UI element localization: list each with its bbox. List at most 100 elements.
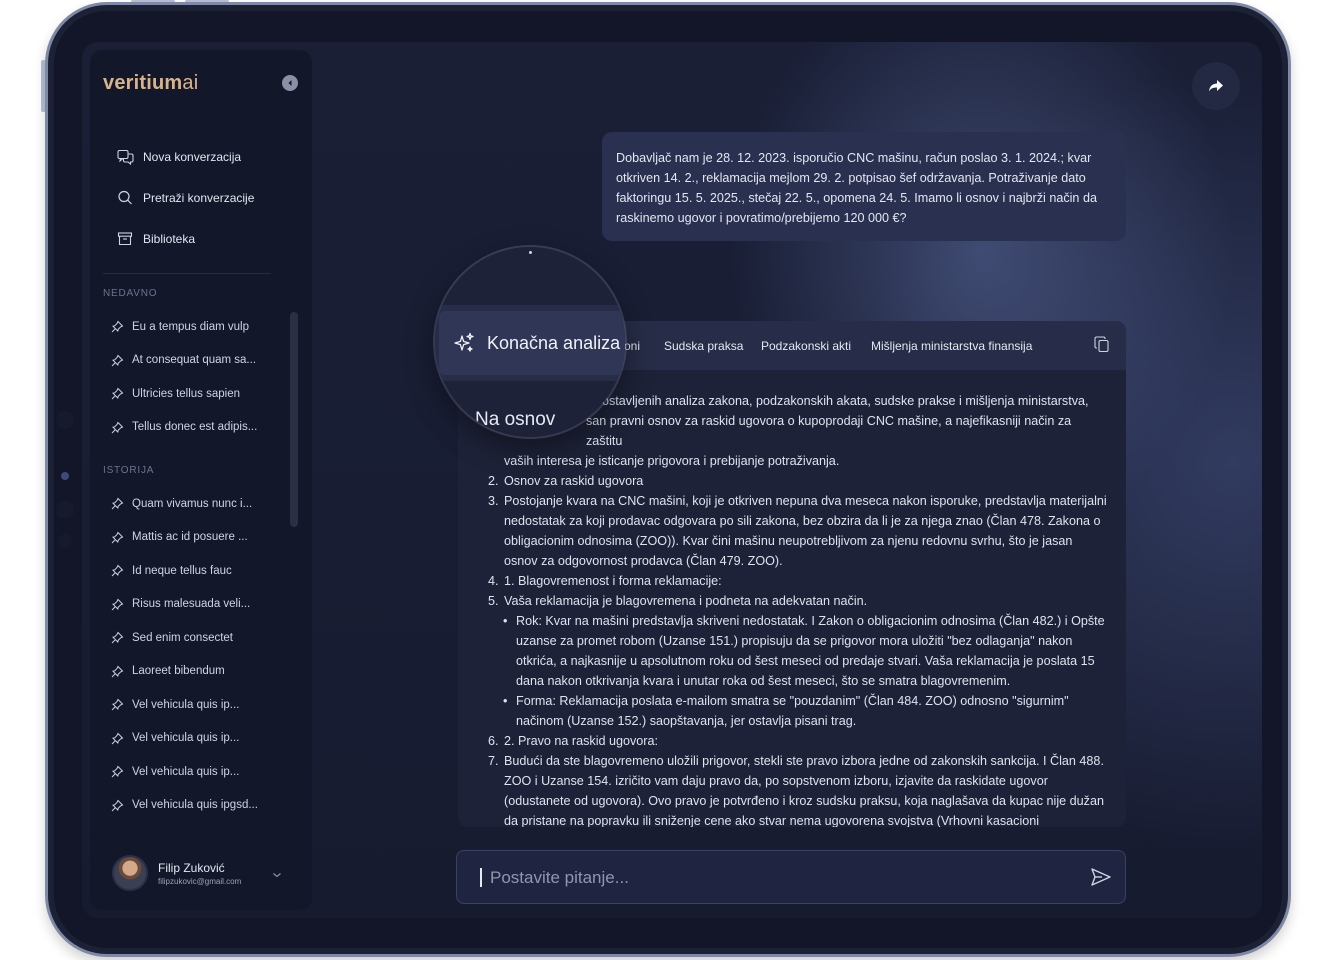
conversation-title: Mattis ac id posuere ... — [132, 531, 248, 544]
send-icon[interactable] — [1090, 867, 1112, 887]
conversation-item[interactable]: At consequat quam sa... — [111, 344, 257, 378]
gavel-icon — [111, 598, 124, 611]
conversation-item[interactable]: Laoreet bibendum — [111, 655, 258, 689]
copy-icon[interactable] — [1094, 336, 1110, 353]
conversation-item[interactable]: Sed enim consectet — [111, 621, 258, 655]
conversation-item[interactable]: Quam vivamus nunc i... — [111, 487, 258, 521]
conversation-item[interactable]: Id neque tellus fauc — [111, 554, 258, 588]
magnifier-lens: Konačna analiza 1. Na osnov — [435, 247, 625, 437]
conversation-item[interactable]: Vel vehicula quis ip... — [111, 688, 258, 722]
list-item: 4. 1. Blagovremenost i forma reklamacije: — [488, 574, 722, 588]
recent-section-label: NEDAVNO — [103, 288, 158, 299]
conversation-title: Vel vehicula quis ipgsd... — [132, 799, 258, 812]
tab-podzakonski-akti[interactable]: Podzakonski akti — [761, 339, 851, 353]
sparkles-icon — [454, 332, 474, 352]
conversation-title: Vel vehicula quis ip... — [132, 765, 240, 778]
history-section-label: ISTORIJA — [103, 465, 155, 476]
conversation-title: Risus malesuada veli... — [132, 598, 251, 611]
conversation-item[interactable]: Vel vehicula quis ip... — [111, 755, 258, 789]
gavel-icon — [111, 387, 124, 400]
tab-konacna-analiza[interactable]: Konačna analiza — [439, 311, 625, 375]
share-arrow-icon — [1209, 80, 1223, 92]
chevron-down-icon[interactable] — [272, 871, 282, 879]
text-caret — [480, 868, 482, 887]
gavel-icon — [111, 421, 124, 434]
nav-label-search: Pretraži konverzacije — [143, 190, 255, 205]
magnifier-number: 1. — [443, 409, 459, 430]
history-list: Quam vivamus nunc i... Mattis ac id posue… — [111, 487, 258, 822]
brand-logo: veritiumai — [103, 72, 198, 95]
answer-line: vaših interesa je isticanje prigovora i … — [504, 454, 840, 468]
share-button[interactable] — [1192, 62, 1240, 110]
collapse-sidebar-button[interactable] — [282, 75, 298, 91]
archive-icon — [117, 231, 133, 245]
conversation-title: Ultricies tellus sapien — [132, 387, 241, 400]
user-name: Filip Zuković — [158, 860, 225, 875]
conversation-item[interactable]: Ultricies tellus sapien — [111, 377, 257, 411]
list-item: 7. Budući da ste blagovremeno uložili pri… — [488, 754, 1104, 827]
list-item: 2. Osnov za raskid ugovora — [488, 474, 644, 488]
library-button[interactable]: Biblioteka — [117, 218, 254, 259]
list-item: 6. 2. Pravo na raskid ugovora: — [488, 734, 659, 748]
list-item: 3. Postojanje kvara na CNC mašini, koji j… — [488, 494, 1107, 568]
brand-name-bold: veritium — [103, 72, 183, 94]
gavel-icon — [111, 531, 124, 544]
avatar — [112, 855, 148, 891]
tab-misljenja-ministarstva[interactable]: Mišljenja ministarstva finansija — [871, 339, 1032, 353]
conversation-title: Quam vivamus nunc i... — [132, 497, 253, 510]
conversation-title: Sed enim consectet — [132, 631, 234, 644]
conversation-title: Laoreet bibendum — [132, 665, 225, 678]
gavel-icon — [111, 698, 124, 711]
gavel-icon — [111, 765, 124, 778]
tab-label-active: Konačna analiza — [487, 332, 621, 353]
conversation-title: Id neque tellus fauc — [132, 564, 232, 577]
gavel-icon — [111, 665, 124, 678]
conversation-title: Vel vehicula quis ip... — [132, 732, 240, 745]
conversation-item[interactable]: Vel vehicula quis ipgsd... — [111, 789, 258, 823]
search-icon — [118, 190, 132, 204]
conversation-title: Tellus donec est adipis... — [132, 421, 258, 434]
recent-list: Eu a tempus diam vulp At consequat quam s… — [111, 310, 257, 444]
brand-name-light: ai — [182, 72, 199, 94]
conversation-item[interactable]: Tellus donec est adipis... — [111, 411, 257, 445]
nav-label-new: Nova konverzacija — [143, 149, 242, 164]
gavel-icon — [111, 799, 124, 812]
conversation-title: Vel vehicula quis ip... — [132, 698, 240, 711]
conversation-title: At consequat quam sa... — [132, 354, 257, 367]
gavel-icon — [111, 497, 124, 510]
user-profile[interactable]: Filip Zuković filipzukovic@gmail.com — [112, 855, 241, 891]
magnifier-dot — [529, 251, 532, 254]
conversation-item[interactable]: Eu a tempus diam vulp — [111, 310, 257, 344]
new-conversation-button[interactable]: Nova konverzacija — [117, 136, 254, 177]
conversation-title: Eu a tempus diam vulp — [132, 320, 249, 333]
list-item: 5. Vaša reklamacija je blagovremena i pod… — [488, 594, 868, 608]
chevron-left-icon — [288, 80, 292, 86]
gavel-icon — [111, 564, 124, 577]
gavel-icon — [111, 320, 124, 333]
sidebar: veritiumai Nova konverzacija Pretraži ko… — [90, 50, 312, 910]
answer-line: san pravni osnov za raskid ugovora o kup… — [586, 414, 1072, 448]
message-composer — [456, 850, 1126, 904]
app-screen: veritiumai Nova konverzacija Pretraži ko… — [82, 42, 1262, 918]
gavel-icon — [111, 354, 124, 367]
search-conversations-button[interactable]: Pretraži konverzacije — [117, 177, 254, 218]
answer-content: ostavljenih analiza zakona, podzakonskih… — [488, 391, 1108, 827]
conversation-item[interactable]: Risus malesuada veli... — [111, 588, 258, 622]
question-input[interactable] — [490, 863, 1070, 893]
gavel-icon — [111, 732, 124, 745]
sidebar-divider — [103, 273, 271, 274]
magnifier-text: Na osnov — [475, 409, 556, 430]
user-email: filipzukovic@gmail.com — [158, 876, 242, 886]
tablet-frame: veritiumai Nova konverzacija Pretraži ko… — [45, 2, 1291, 957]
sidebar-scrollbar[interactable] — [290, 312, 298, 527]
chat-bubbles-icon — [117, 149, 134, 165]
bullet-item: Forma: Reklamacija poslata e-mailom smat… — [488, 691, 1108, 731]
main-nav: Nova konverzacija Pretraži konverzacije … — [117, 136, 254, 259]
tab-sudska-praksa[interactable]: Sudska praksa — [664, 339, 743, 353]
conversation-item[interactable]: Vel vehicula quis ip... — [111, 722, 258, 756]
user-message-bubble: Dobavljač nam je 28. 12. 2023. isporučio… — [602, 132, 1126, 241]
nav-label-library: Biblioteka — [143, 231, 196, 246]
gavel-icon — [111, 631, 124, 644]
conversation-item[interactable]: Mattis ac id posuere ... — [111, 521, 258, 555]
bullet-item: Rok: Kvar na mašini predstavlja skriveni… — [488, 611, 1108, 691]
